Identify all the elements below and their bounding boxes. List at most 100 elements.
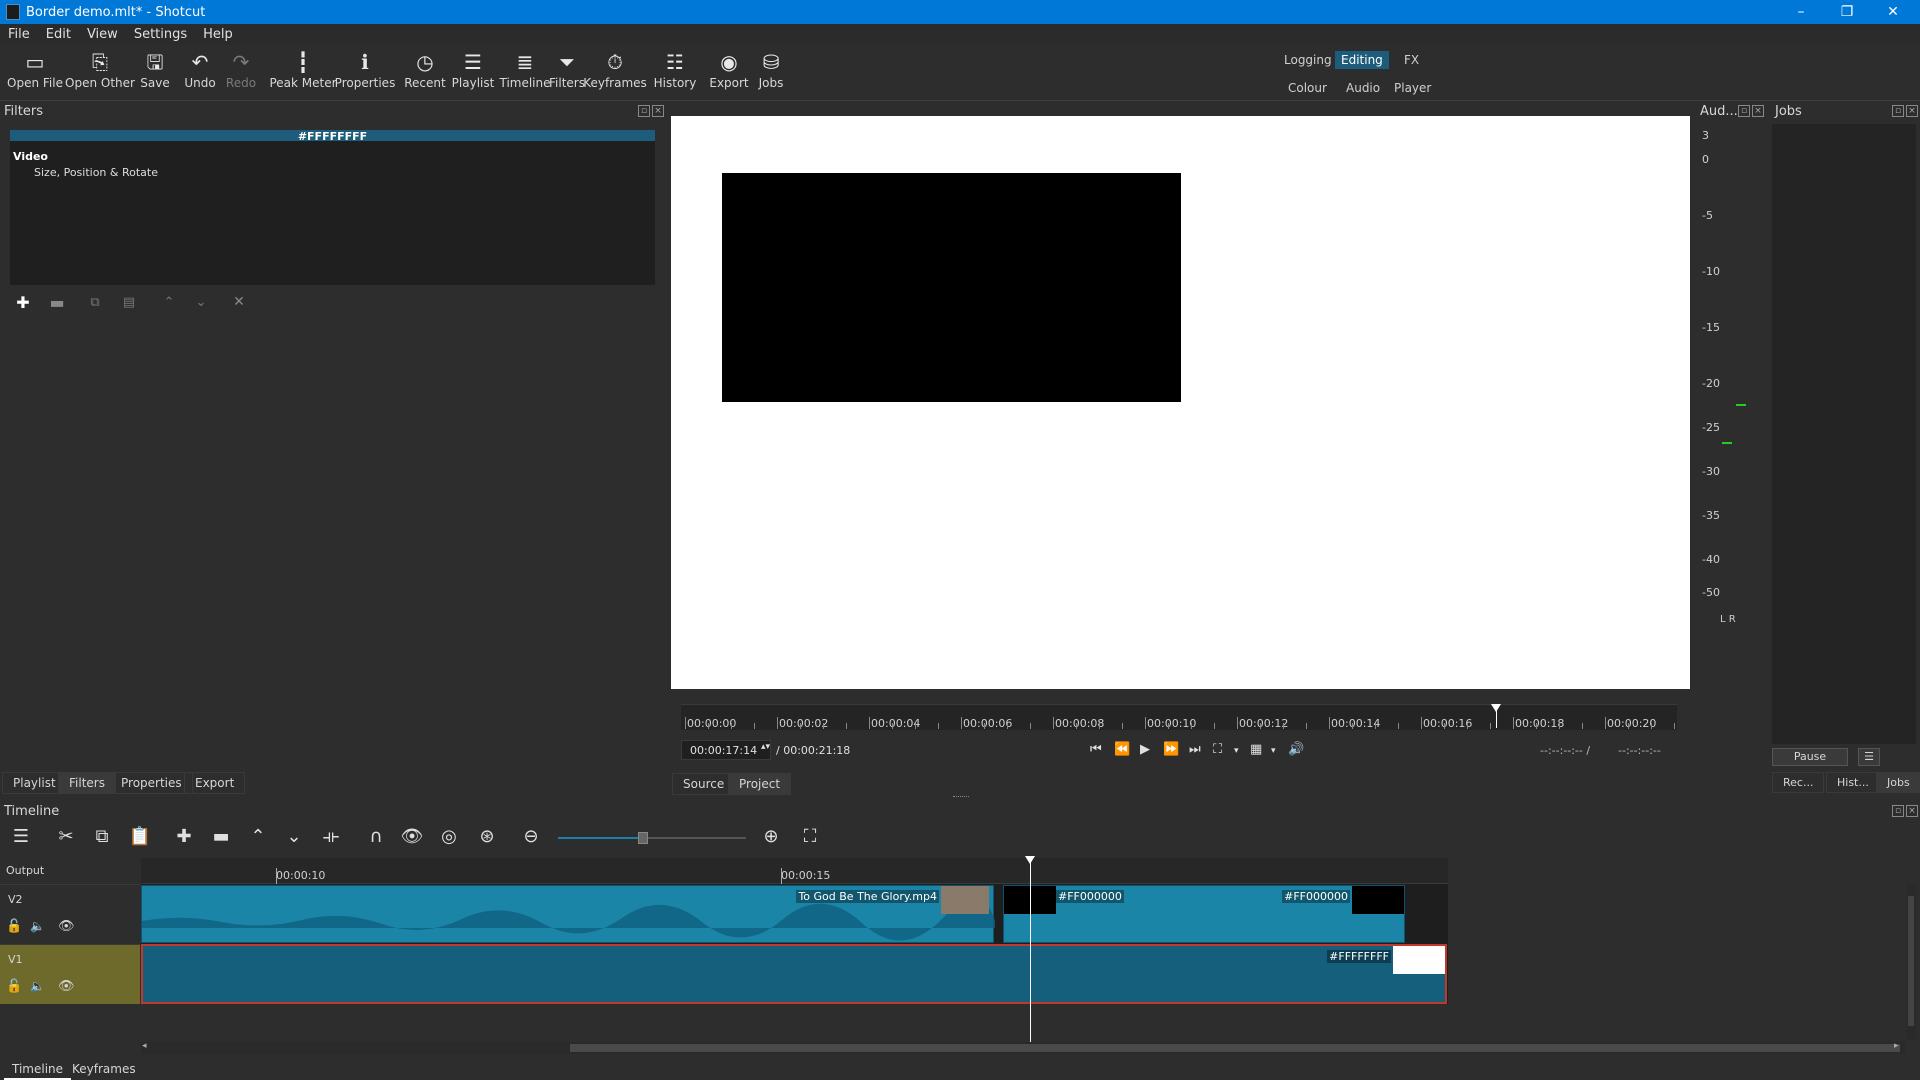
track-name-v2: V2 (8, 893, 23, 906)
copy-filter-icon[interactable]: ⧉ (83, 291, 107, 313)
open-file-button[interactable]: ▭ Open File (0, 50, 70, 90)
player-ruler[interactable]: 00:00:00 00:00:02 00:00:04 00:00:06 00:00:08… (681, 704, 1677, 730)
zoom-slider-thumb[interactable] (637, 832, 648, 844)
layout-editing[interactable]: Editing (1335, 51, 1389, 69)
restore-button[interactable]: ❐ (1824, 0, 1870, 24)
scrub-icon[interactable]: 👁 (399, 826, 425, 847)
mute-icon[interactable]: 🔈 (30, 979, 45, 993)
rewind-icon[interactable]: ⏪ (1114, 742, 1130, 757)
add-filter-icon[interactable]: ✚ (11, 291, 35, 313)
hide-icon[interactable]: 👁 (58, 979, 75, 994)
tab-timeline[interactable]: Timeline (4, 1060, 72, 1080)
mute-icon[interactable]: 🔈 (30, 919, 45, 933)
clip-to-god-be-the-glory[interactable]: To God Be The Glory.mp4 (141, 885, 995, 943)
ruler-minor-tick (731, 723, 732, 729)
ripple-all-icon[interactable]: ⊛ (474, 826, 500, 847)
paste-filter-icon[interactable]: ▤ (117, 291, 141, 313)
filters-float-icon[interactable]: ▫ (638, 105, 650, 117)
timeline-vscroll[interactable] (1906, 884, 1916, 1040)
split-icon[interactable]: ⟛ (318, 826, 344, 847)
tab-keyframes[interactable]: Keyframes (64, 1060, 144, 1078)
position-field[interactable]: 00:00:17:14 (681, 740, 771, 760)
track-header-v2[interactable]: V2 🔓 🔈 👁 (0, 884, 140, 944)
zoom-dropdown-icon[interactable]: ▾ (1234, 746, 1239, 756)
layout-audio[interactable]: Audio (1340, 79, 1386, 97)
tab-jobs[interactable]: Jobs (1876, 772, 1920, 793)
clip-ff000000[interactable]: #FF000000 #FF000000 (1003, 885, 1405, 943)
timeline-float-icon[interactable]: ▫ (1892, 805, 1904, 817)
play-icon[interactable]: ▶ (1140, 742, 1150, 757)
ruler-minor-tick (938, 723, 939, 729)
deselect-filter-icon[interactable]: ✕ (227, 291, 251, 313)
timeline-ruler-label-10: 00:00:10 (276, 869, 326, 882)
tab-playlist[interactable]: Playlist (2, 772, 67, 794)
ripple-icon[interactable]: ◎ (436, 826, 462, 847)
clip-thumbnail (941, 886, 989, 914)
paste-icon[interactable]: 📋 (127, 826, 153, 847)
tab-properties[interactable]: Properties (110, 772, 193, 794)
jobs-button[interactable]: ⛁ Jobs (736, 50, 806, 90)
ripple-delete-icon[interactable]: ▬ (208, 826, 234, 847)
remove-filter-icon[interactable]: ▬ (45, 291, 69, 313)
scroll-right-icon[interactable]: ▸ (1894, 1041, 1899, 1051)
menu-help[interactable]: Help (195, 27, 241, 42)
jobs-close-icon[interactable]: × (1906, 105, 1918, 117)
menu-view[interactable]: View (79, 27, 126, 42)
layout-colour[interactable]: Colour (1282, 79, 1333, 97)
snap-icon[interactable]: ∩ (363, 826, 389, 847)
jobs-menu-button[interactable]: ☰ (1858, 748, 1880, 766)
timeline-playhead[interactable] (1030, 858, 1031, 1043)
layout-player[interactable]: Player (1388, 79, 1437, 97)
menu-settings[interactable]: Settings (126, 27, 195, 42)
minimize-button[interactable]: – (1778, 0, 1824, 24)
peak-meter-button[interactable]: ┇ Peak Meter (268, 50, 338, 90)
layout-logging[interactable]: Logging (1278, 51, 1338, 69)
timeline-menu-icon[interactable]: ☰ (8, 826, 34, 847)
move-filter-up-icon[interactable]: ⌃ (157, 291, 181, 313)
track-header-v1[interactable]: V1 🔓 🔈 👁 (0, 944, 140, 1004)
pause-jobs-button[interactable]: Pause (1772, 748, 1848, 766)
menu-file[interactable]: File (0, 27, 38, 42)
tab-export[interactable]: Export (184, 772, 246, 794)
zoom-in-icon[interactable]: ⊕ (758, 826, 784, 847)
window-title: Border demo.mlt* - Shotcut (26, 4, 206, 20)
close-button[interactable]: ✕ (1870, 0, 1916, 24)
copy-icon[interactable]: ⧉ (89, 826, 115, 847)
cut-icon[interactable]: ✂ (53, 826, 79, 847)
tab-recent[interactable]: Rec... (1772, 772, 1825, 793)
layout-fx[interactable]: FX (1398, 51, 1425, 69)
redo-button[interactable]: ↷ Redo (206, 50, 276, 90)
filters-close-icon[interactable]: × (652, 105, 664, 117)
zoom-fit-timeline-icon[interactable]: ⛶ (797, 826, 823, 847)
zoom-out-icon[interactable]: ⊖ (518, 826, 544, 847)
jobs-float-icon[interactable]: ▫ (1892, 105, 1904, 117)
fast-forward-icon[interactable]: ⏩ (1163, 742, 1179, 757)
zoom-slider-track[interactable] (558, 832, 746, 844)
tab-source[interactable]: Source (672, 773, 736, 795)
hscroll-thumb[interactable] (570, 1044, 1900, 1052)
move-filter-down-icon[interactable]: ⌄ (189, 291, 213, 313)
tab-filters[interactable]: Filters (58, 772, 116, 794)
overwrite-icon[interactable]: ⌄ (281, 826, 307, 847)
vscroll-thumb[interactable] (1908, 896, 1914, 1026)
splitter-handle[interactable] (953, 796, 969, 798)
menu-edit[interactable]: Edit (38, 27, 79, 42)
filter-item-size-position-rotate[interactable]: Size, Position & Rotate (34, 166, 158, 179)
timeline-close-icon[interactable]: × (1906, 805, 1918, 817)
skip-to-start-icon[interactable]: ⏮ (1090, 742, 1102, 757)
tab-history[interactable]: Hist... (1826, 772, 1880, 793)
grid-dropdown-icon[interactable]: ▾ (1271, 746, 1276, 756)
lock-icon[interactable]: 🔓 (6, 919, 22, 934)
lock-icon[interactable]: 🔓 (6, 979, 22, 994)
grid-icon[interactable]: ▦ (1250, 742, 1262, 757)
volume-icon[interactable]: 🔊 (1288, 742, 1304, 757)
scroll-left-icon[interactable]: ◂ (142, 1041, 147, 1051)
position-spin-icon[interactable]: ▴▾ (761, 742, 770, 752)
lift-icon[interactable]: ⌃ (245, 826, 271, 847)
hide-icon[interactable]: 👁 (58, 919, 75, 934)
append-icon[interactable]: ✚ (171, 826, 197, 847)
tab-project[interactable]: Project (728, 773, 792, 795)
clip-ffffffff[interactable]: #FFFFFFFF (141, 944, 1447, 1004)
skip-to-end-icon[interactable]: ⏭ (1189, 742, 1201, 757)
zoom-fit-icon[interactable]: ⛶ (1213, 742, 1222, 757)
